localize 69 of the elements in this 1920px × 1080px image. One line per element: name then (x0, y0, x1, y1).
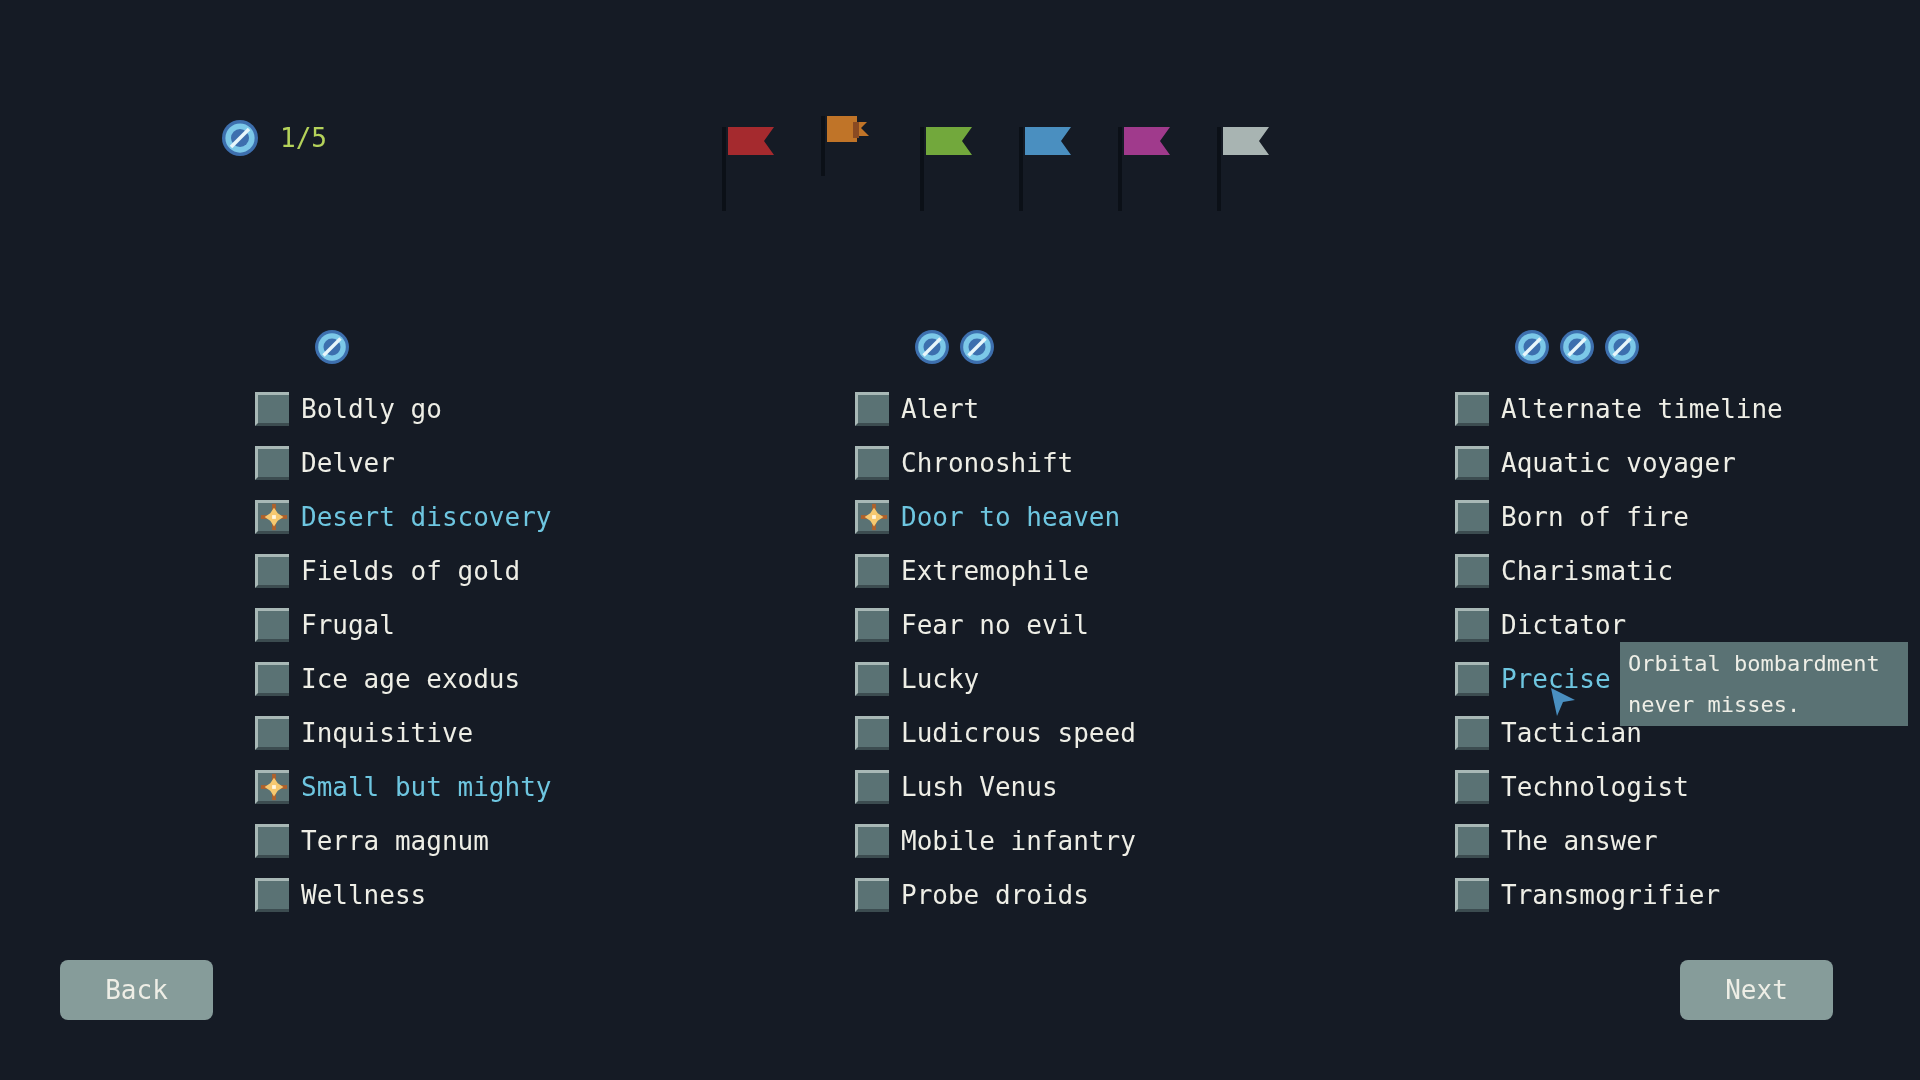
checkbox[interactable] (855, 878, 889, 912)
slashed-orb-icon (1560, 330, 1594, 364)
checkbox[interactable] (255, 716, 289, 750)
trait-label[interactable]: Transmogrifier (1501, 880, 1721, 910)
trait-label[interactable]: Extremophile (901, 556, 1089, 586)
slashed-orb-icon (1605, 330, 1639, 364)
checkbox[interactable] (1455, 770, 1489, 804)
slashed-orb-icon (222, 120, 258, 156)
checkbox[interactable] (1455, 608, 1489, 642)
trait-label[interactable]: Technologist (1501, 772, 1689, 802)
slashed-orb-icon (960, 330, 994, 364)
trait-label[interactable]: Small but mighty (301, 772, 552, 802)
checkbox[interactable] (255, 824, 289, 858)
trait-label[interactable]: Mobile infantry (901, 826, 1136, 856)
checkbox[interactable] (1455, 662, 1489, 696)
checkbox[interactable] (255, 770, 289, 804)
checkbox[interactable] (1455, 878, 1489, 912)
checkbox[interactable] (1455, 500, 1489, 534)
checkbox[interactable] (255, 878, 289, 912)
trait-label[interactable]: Alert (901, 394, 980, 424)
checkbox[interactable] (855, 392, 889, 426)
checkbox[interactable] (855, 824, 889, 858)
trait-label[interactable]: The answer (1501, 826, 1658, 856)
checkbox[interactable] (855, 608, 889, 642)
trait-label[interactable]: Wellness (301, 880, 427, 910)
trait-label[interactable]: Precise (1501, 664, 1611, 694)
trait-label[interactable]: Ice age exodus (301, 664, 521, 694)
checkbox[interactable] (255, 662, 289, 696)
checkbox[interactable] (255, 392, 289, 426)
trait-label[interactable]: Lucky (901, 664, 980, 694)
checkbox[interactable] (855, 446, 889, 480)
checkbox[interactable] (855, 500, 889, 534)
trait-label[interactable]: Desert discovery (301, 502, 552, 532)
trait-label[interactable]: Probe droids (901, 880, 1089, 910)
checkbox[interactable] (255, 446, 289, 480)
trait-label[interactable]: Alternate timeline (1501, 394, 1783, 424)
trait-label[interactable]: Born of fire (1501, 502, 1689, 532)
trait-label[interactable]: Fear no evil (901, 610, 1089, 640)
trait-label[interactable]: Fields of gold (301, 556, 521, 586)
trait-label[interactable]: Charismatic (1501, 556, 1674, 586)
checkbox[interactable] (255, 500, 289, 534)
tooltip: Orbital bombardment never misses. (1620, 642, 1908, 726)
checkbox[interactable] (1455, 716, 1489, 750)
slashed-orb-icon (1515, 330, 1549, 364)
trait-label[interactable]: Aquatic voyager (1501, 448, 1736, 478)
slashed-orb-icon (915, 330, 949, 364)
trait-label[interactable]: Ludicrous speed (901, 718, 1136, 748)
checkbox[interactable] (1455, 824, 1489, 858)
trait-label[interactable]: Boldly go (301, 394, 442, 424)
trait-label[interactable]: Inquisitive (301, 718, 474, 748)
slashed-orb-icon (315, 330, 349, 364)
checkbox[interactable] (855, 770, 889, 804)
checkbox[interactable] (1455, 446, 1489, 480)
checkbox[interactable] (855, 716, 889, 750)
checkbox[interactable] (855, 554, 889, 588)
trait-label[interactable]: Chronoshift (901, 448, 1074, 478)
trait-label[interactable]: Frugal (301, 610, 395, 640)
trait-label[interactable]: Terra magnum (301, 826, 489, 856)
checkbox[interactable] (855, 662, 889, 696)
checkbox[interactable] (1455, 554, 1489, 588)
checkbox[interactable] (1455, 392, 1489, 426)
trait-label[interactable]: Delver (301, 448, 395, 478)
trait-label[interactable]: Door to heaven (901, 502, 1121, 532)
checkbox[interactable] (255, 554, 289, 588)
progress-counter: 1/5 (280, 123, 327, 153)
cursor-icon (1551, 688, 1575, 716)
trait-label[interactable]: Lush Venus (901, 772, 1058, 802)
trait-label[interactable]: Dictator (1501, 610, 1627, 640)
checkbox[interactable] (255, 608, 289, 642)
